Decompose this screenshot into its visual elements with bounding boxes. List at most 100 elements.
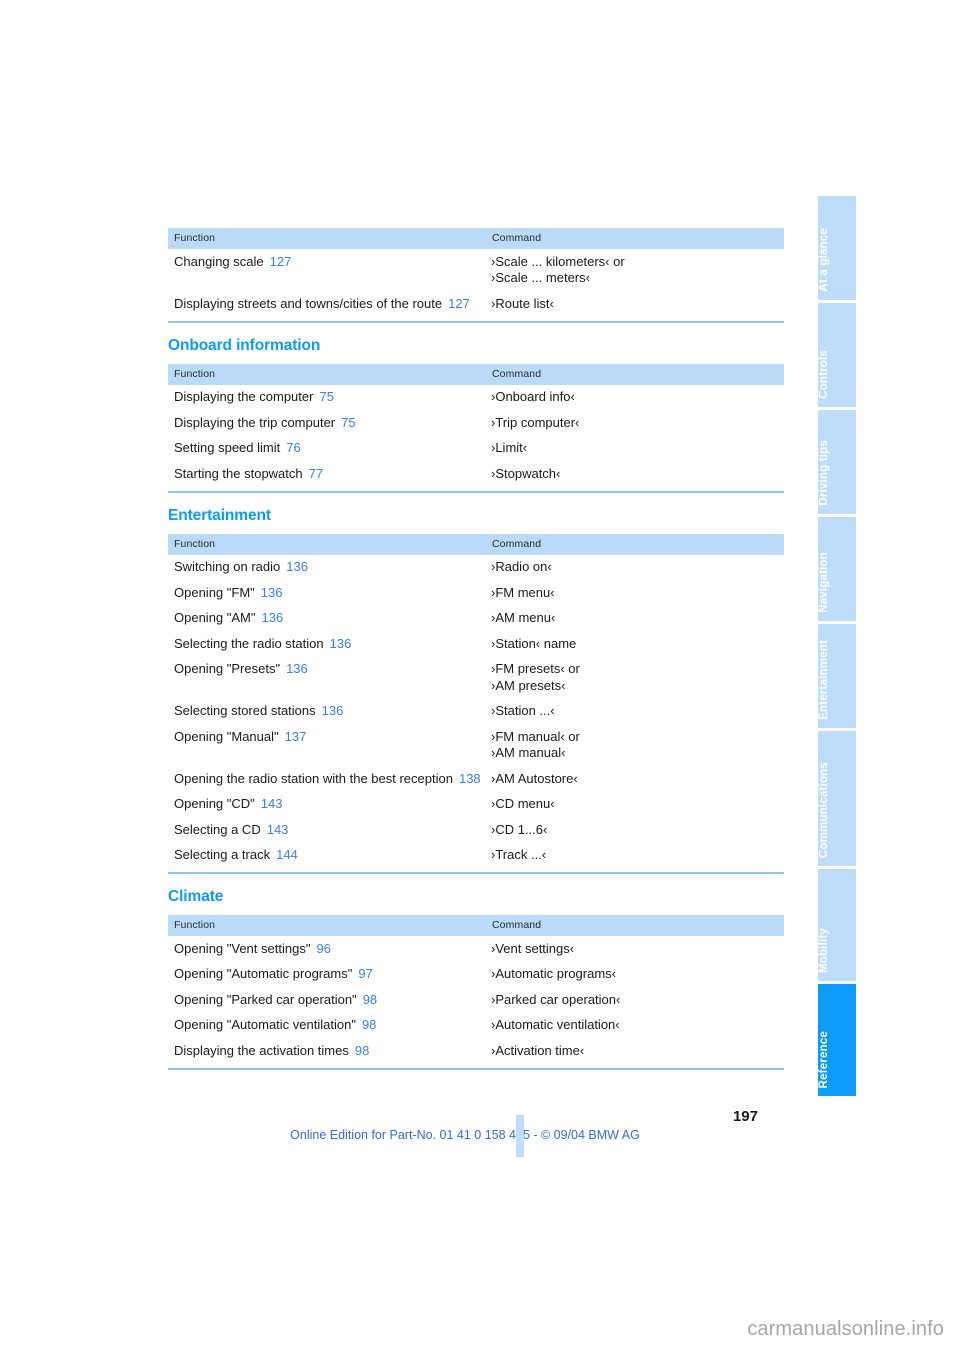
table-row: Selecting the radio station 136 ›Station‹ … [168, 631, 784, 657]
table-row: Displaying the computer 75 ›Onboard info‹ [168, 385, 784, 411]
page-reference-link[interactable]: 76 [286, 440, 300, 455]
tab-label: Entertainment [818, 640, 830, 720]
table-row: Selecting stored stations 136 ›Station ...… [168, 699, 784, 725]
tab-navigation[interactable]: Navigation [818, 517, 856, 621]
page-reference-link[interactable]: 136 [330, 636, 352, 651]
cell-function: Opening the radio station with the best … [168, 766, 486, 792]
section-divider [168, 490, 784, 493]
column-header-function: Function [168, 228, 486, 249]
table-row: Opening "Automatic ventilation" 98 ›Automa… [168, 1013, 784, 1039]
page-reference-link[interactable]: 127 [448, 296, 470, 311]
cell-command: ›FM presets‹ or ›AM presets‹ [491, 661, 580, 693]
page-reference-link[interactable]: 97 [358, 966, 372, 981]
cell-function: Displaying the computer 75 [168, 385, 486, 411]
page-reference-link[interactable]: 137 [285, 729, 307, 744]
page-reference-link[interactable]: 77 [309, 466, 323, 481]
page-reference-link[interactable]: 144 [276, 847, 298, 862]
cell-command: ›AM menu‹ [491, 610, 556, 625]
function-label: Selecting stored stations [174, 703, 316, 718]
cell-command: ›Trip computer‹ [491, 414, 580, 430]
cell-function: Opening "Manual" 137 [168, 724, 486, 766]
tab-mobility[interactable]: Mobility [818, 869, 856, 981]
table-row: Opening "CD" 143 ›CD menu‹ [168, 792, 784, 818]
cell-command: ›Vent settings‹ [491, 940, 575, 956]
cell-command: ›Route list‹ [491, 295, 554, 311]
section-divider [168, 872, 784, 874]
cell-function: Displaying streets and towns/cities of t… [168, 291, 486, 317]
page-reference-link[interactable]: 138 [459, 771, 481, 786]
cell-function: Opening "Presets" 136 [168, 657, 486, 699]
section-heading: Onboard information [168, 336, 321, 354]
function-label: Opening "Parked car operation" [174, 991, 357, 1007]
column-header-function: Function [168, 533, 486, 555]
cell-function: Opening "Vent settings" 96 [168, 936, 486, 962]
page-reference-link[interactable]: 98 [363, 992, 377, 1007]
function-label: Switching on radio [174, 559, 281, 574]
tab-entertainment[interactable]: Entertainment [818, 624, 856, 728]
page-reference-link[interactable]: 136 [286, 661, 308, 676]
page-reference-link[interactable]: 136 [262, 610, 284, 625]
page-reference-link[interactable]: 127 [270, 254, 292, 269]
function-label: Changing scale [174, 253, 264, 269]
page-reference-link[interactable]: 96 [316, 941, 330, 956]
page-reference-link[interactable]: 75 [341, 415, 355, 430]
table-row: Opening "Vent settings" 96 ›Vent settings‹ [168, 936, 784, 962]
function-label: Displaying the computer [174, 389, 314, 404]
page-reference-link[interactable]: 143 [267, 822, 289, 837]
function-label: Opening "FM" [174, 584, 255, 600]
table-header-row: Function Command [168, 228, 784, 249]
table-row: Opening "Manual" 137 ›FM manual‹ or ›AM ma… [168, 724, 784, 766]
cell-function: Starting the stopwatch 77 [168, 461, 486, 487]
page-content: Function Command Changing scale 127 ›Scale .… [168, 228, 784, 1070]
function-label: Displaying streets and towns/cities of t… [174, 295, 443, 311]
tab-controls[interactable]: Controls [818, 303, 856, 407]
page-reference-link[interactable]: 136 [286, 559, 308, 574]
tab-label: Reference [818, 1030, 830, 1088]
column-header-function: Function [168, 915, 486, 936]
function-label: Selecting the radio station [174, 635, 324, 651]
cell-command: ›Station‹ name [491, 635, 577, 651]
tab-at-a-glance[interactable]: At a glance [818, 196, 856, 300]
tab-label: Mobility [818, 927, 830, 973]
command-table: Function Command Changing scale 127 ›Scale .… [168, 228, 784, 317]
cell-command: ›Limit‹ [491, 440, 528, 455]
cell-function: Selecting a CD 143 [168, 817, 486, 843]
cell-function: Changing scale 127 [168, 249, 486, 291]
page-reference-link[interactable]: 75 [319, 389, 333, 404]
page-reference-link[interactable]: 98 [355, 1043, 369, 1058]
cell-command: ›Parked car operation‹ [491, 991, 621, 1007]
table-row: Opening "Parked car operation" 98 ›Parked … [168, 987, 784, 1013]
page-reference-link[interactable]: 136 [322, 703, 344, 718]
footer-marker-bar [516, 1115, 524, 1157]
column-header-command: Command [486, 363, 784, 385]
cell-function: Opening "Automatic programs" 97 [168, 962, 486, 988]
cell-function: Opening "Automatic ventilation" 98 [168, 1013, 486, 1039]
cell-command: ›Station ...‹ [491, 703, 555, 718]
function-label: Opening "CD" [174, 796, 255, 811]
command-table: Function Command Displaying the computer 75… [168, 363, 784, 487]
table-header-row: Function Command [168, 363, 784, 385]
page-reference-link[interactable]: 98 [362, 1017, 376, 1032]
page-reference-link[interactable]: 136 [261, 585, 283, 600]
page-reference-link[interactable]: 143 [261, 796, 283, 811]
cell-function: Selecting stored stations 136 [168, 699, 486, 725]
tab-reference[interactable]: Reference [818, 984, 856, 1096]
table-row: Displaying streets and towns/cities of t… [168, 291, 784, 317]
tab-driving-tips[interactable]: Driving tips [818, 410, 856, 514]
table-row: Opening the radio station with the best … [168, 766, 784, 792]
tab-communications[interactable]: Communications [818, 731, 856, 866]
function-label: Setting speed limit [174, 440, 281, 455]
cell-function: Switching on radio 136 [168, 555, 486, 581]
function-label: Opening "Vent settings" [174, 940, 311, 956]
cell-command: ›Track ...‹ [491, 847, 547, 862]
table-row: Starting the stopwatch 77 ›Stopwatch‹ [168, 461, 784, 487]
tab-label: At a glance [818, 228, 830, 292]
section-onboard-information: Onboard information Function Command Displa… [168, 337, 784, 493]
command-table: Function Command Switching on radio 136 ›Rad… [168, 533, 784, 869]
table-row: Displaying the trip computer 75 ›Trip comp… [168, 410, 784, 436]
table-header-row: Function Command [168, 915, 784, 936]
table-row: Opening "Presets" 136 ›FM presets‹ or ›AM … [168, 657, 784, 699]
cell-command: ›CD menu‹ [491, 796, 555, 811]
function-label: Opening "Manual" [174, 728, 279, 744]
table-row: Selecting a CD 143 ›CD 1...6‹ [168, 817, 784, 843]
